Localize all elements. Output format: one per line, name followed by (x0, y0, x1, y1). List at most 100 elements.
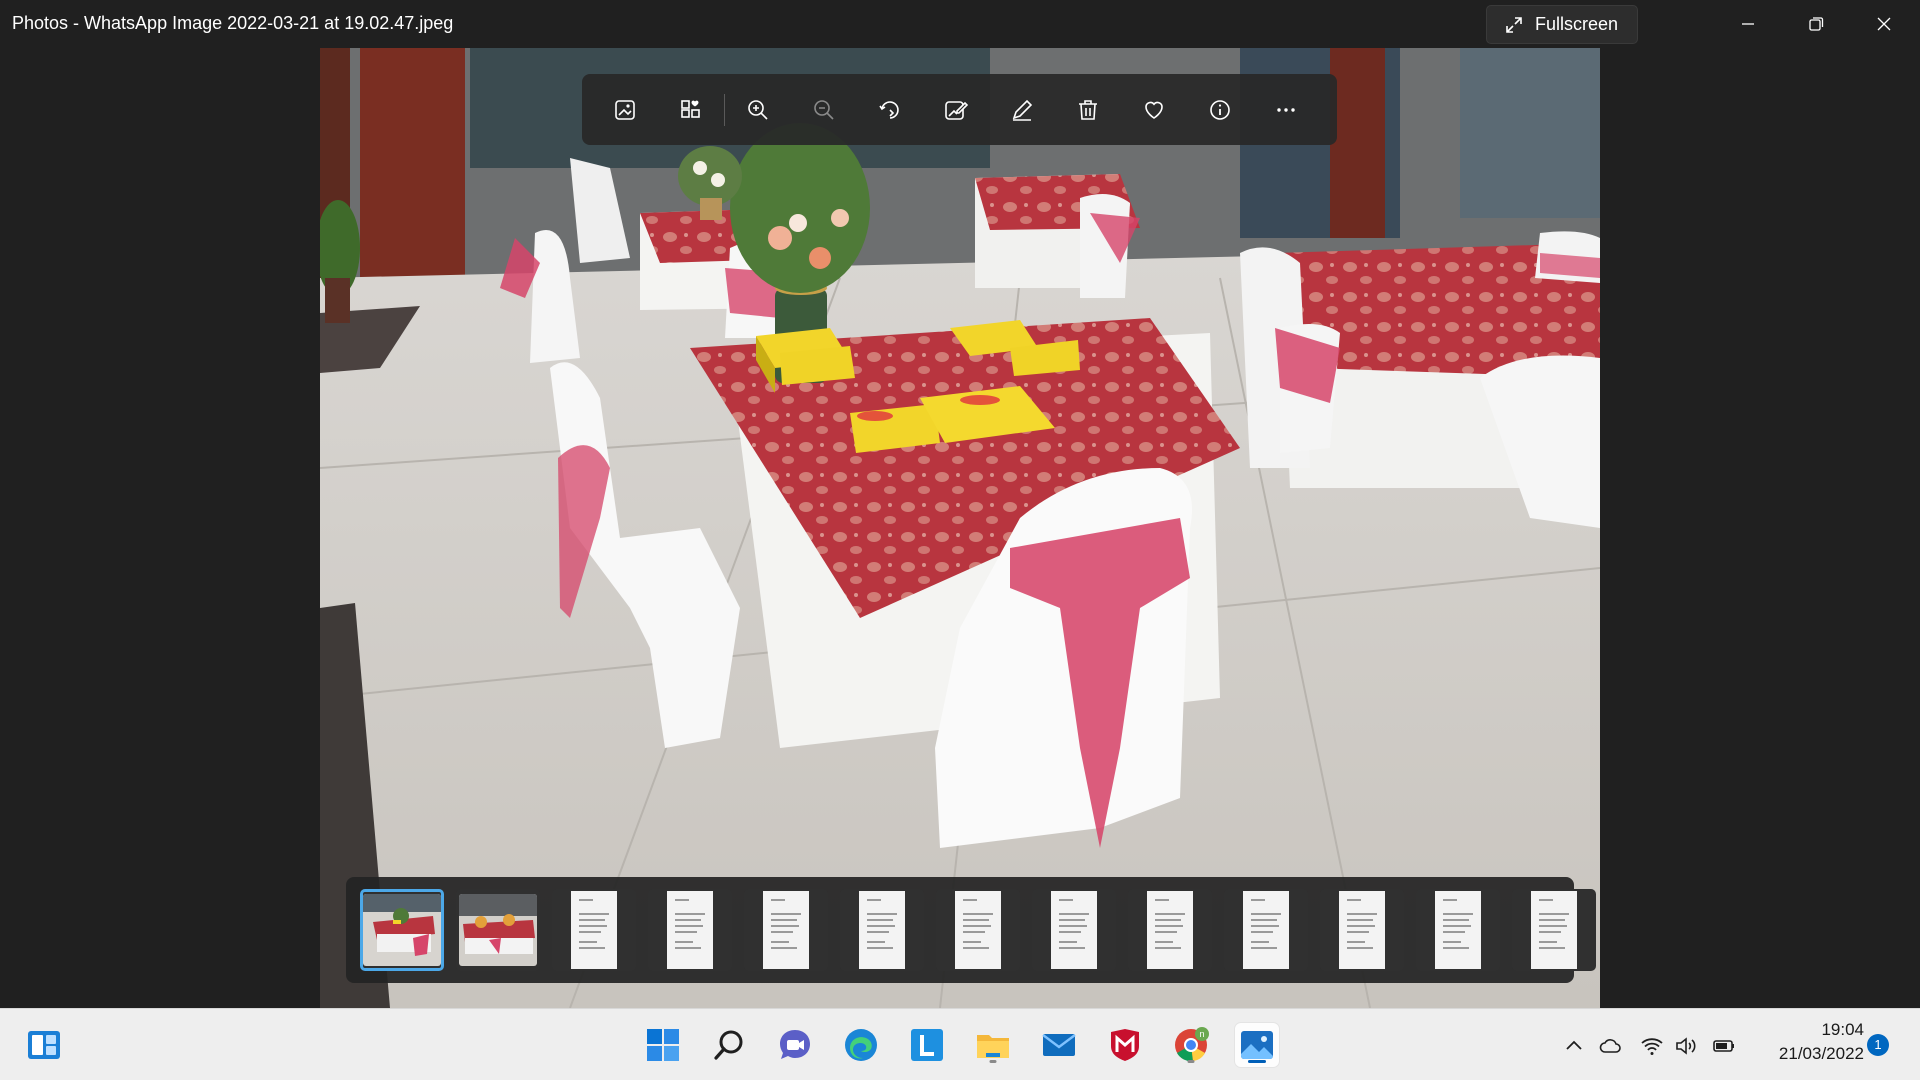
filmstrip-thumb-document[interactable] (1512, 889, 1596, 971)
wifi-button[interactable] (1639, 1033, 1665, 1059)
fullscreen-button[interactable]: Fullscreen (1486, 5, 1638, 44)
widgets-button[interactable] (22, 1023, 66, 1067)
draw-icon (1012, 99, 1033, 121)
clock-date: 21/03/2022 (1778, 1044, 1864, 1063)
title-bar: Photos - WhatsApp Image 2022-03-21 at 19… (0, 0, 1920, 48)
view-actual-size-button[interactable] (592, 82, 658, 138)
volume-button[interactable] (1673, 1033, 1699, 1059)
running-indicator (1187, 1060, 1195, 1063)
search-button[interactable] (707, 1023, 751, 1067)
photos-app-window: Photos - WhatsApp Image 2022-03-21 at 19… (0, 0, 1920, 1080)
fullscreen-label: Fullscreen (1535, 14, 1619, 34)
thumbnail-image (459, 894, 537, 966)
filmstrip-thumb-photo[interactable] (456, 889, 540, 971)
delete-icon (1079, 99, 1097, 120)
taskbar: n (0, 1008, 1920, 1080)
chrome-profile-badge: n (1199, 1029, 1204, 1039)
zoom-in-button[interactable] (725, 82, 791, 138)
widgets-icon (28, 1031, 60, 1059)
filmstrip-thumb-document[interactable] (1128, 889, 1212, 971)
favorite-icon (1145, 101, 1163, 119)
l-app-icon (911, 1029, 943, 1061)
expand-icon (1506, 16, 1522, 33)
cloud-icon (1599, 1039, 1621, 1053)
wifi-icon (1641, 1038, 1663, 1055)
clock-button[interactable]: 19:04 21/03/2022 (1752, 1018, 1864, 1066)
notification-badge[interactable]: 1 (1867, 1034, 1889, 1056)
filmstrip-thumb-document[interactable] (744, 889, 828, 971)
l-app-button[interactable] (905, 1023, 949, 1067)
file-explorer-icon (977, 1035, 1009, 1058)
mail-icon (1042, 1034, 1076, 1056)
filmstrip-thumb-document[interactable] (1032, 889, 1116, 971)
rotate-icon (879, 100, 899, 119)
view-actual-size-icon (615, 99, 635, 120)
teams-chat-button[interactable] (773, 1023, 817, 1067)
running-indicator (989, 1060, 997, 1063)
edge-icon (845, 1029, 877, 1061)
favorite-button[interactable] (1121, 82, 1187, 138)
restore-icon (1809, 17, 1824, 31)
filmstrip (346, 877, 1596, 983)
document-page-thumbnail (859, 891, 905, 969)
minimize-icon (1742, 23, 1754, 25)
zoom-out-icon (814, 99, 834, 120)
document-page-thumbnail (1243, 891, 1289, 969)
info-icon (1210, 99, 1230, 120)
clock-time: 19:04 (1821, 1020, 1864, 1039)
delete-button[interactable] (1055, 82, 1121, 138)
filmstrip-thumb-document[interactable] (1416, 889, 1500, 971)
photo-toolbar (582, 74, 1337, 145)
mcafee-icon (1111, 1029, 1139, 1061)
document-page-thumbnail (667, 891, 713, 969)
document-page-thumbnail (1531, 891, 1577, 969)
chevron-up-icon (1566, 1040, 1582, 1050)
filmstrip-thumb-document[interactable] (1320, 889, 1404, 971)
event-tables-photo (320, 48, 1600, 1008)
rotate-button[interactable] (857, 82, 923, 138)
teams-chat-icon (780, 1030, 810, 1059)
add-to-album-button[interactable] (658, 82, 724, 138)
battery-icon (1713, 1040, 1734, 1052)
close-icon (1877, 17, 1891, 31)
show-hidden-icons-button[interactable] (1561, 1033, 1587, 1059)
close-button[interactable] (1850, 0, 1918, 48)
document-page-thumbnail (955, 891, 1001, 969)
photo-viewport[interactable] (320, 48, 1600, 1008)
start-icon (647, 1029, 679, 1061)
edit-image-button[interactable] (923, 82, 989, 138)
minimize-button[interactable] (1714, 0, 1782, 48)
info-button[interactable] (1187, 82, 1253, 138)
photos-button[interactable] (1235, 1023, 1279, 1067)
filmstrip-thumb-document[interactable] (840, 889, 924, 971)
document-page-thumbnail (1339, 891, 1385, 969)
more-options-button[interactable] (1253, 82, 1319, 138)
draw-button[interactable] (989, 82, 1055, 138)
onedrive-button[interactable] (1597, 1033, 1623, 1059)
search-icon (714, 1030, 743, 1060)
edge-button[interactable] (839, 1023, 883, 1067)
photos-icon (1241, 1031, 1273, 1059)
restore-button[interactable] (1782, 0, 1850, 48)
file-explorer-button[interactable] (971, 1023, 1015, 1067)
volume-icon (1676, 1037, 1696, 1055)
document-page-thumbnail (763, 891, 809, 969)
chrome-button[interactable]: n (1169, 1023, 1213, 1067)
filmstrip-thumb-document[interactable] (648, 889, 732, 971)
filmstrip-thumb-photo[interactable] (360, 889, 444, 971)
more-icon (1277, 107, 1295, 112)
mail-button[interactable] (1037, 1023, 1081, 1067)
mcafee-button[interactable] (1103, 1023, 1147, 1067)
filmstrip-thumb-document[interactable] (936, 889, 1020, 971)
battery-button[interactable] (1711, 1033, 1737, 1059)
filmstrip-thumb-document[interactable] (552, 889, 636, 971)
zoom-out-button[interactable] (791, 82, 857, 138)
document-page-thumbnail (1051, 891, 1097, 969)
window-title: Photos - WhatsApp Image 2022-03-21 at 19… (12, 13, 454, 33)
active-indicator (1248, 1060, 1266, 1063)
chrome-icon: n (1175, 1027, 1209, 1062)
zoom-in-icon (748, 99, 768, 120)
start-button[interactable] (641, 1023, 685, 1067)
filmstrip-thumb-document[interactable] (1224, 889, 1308, 971)
document-page-thumbnail (1147, 891, 1193, 969)
